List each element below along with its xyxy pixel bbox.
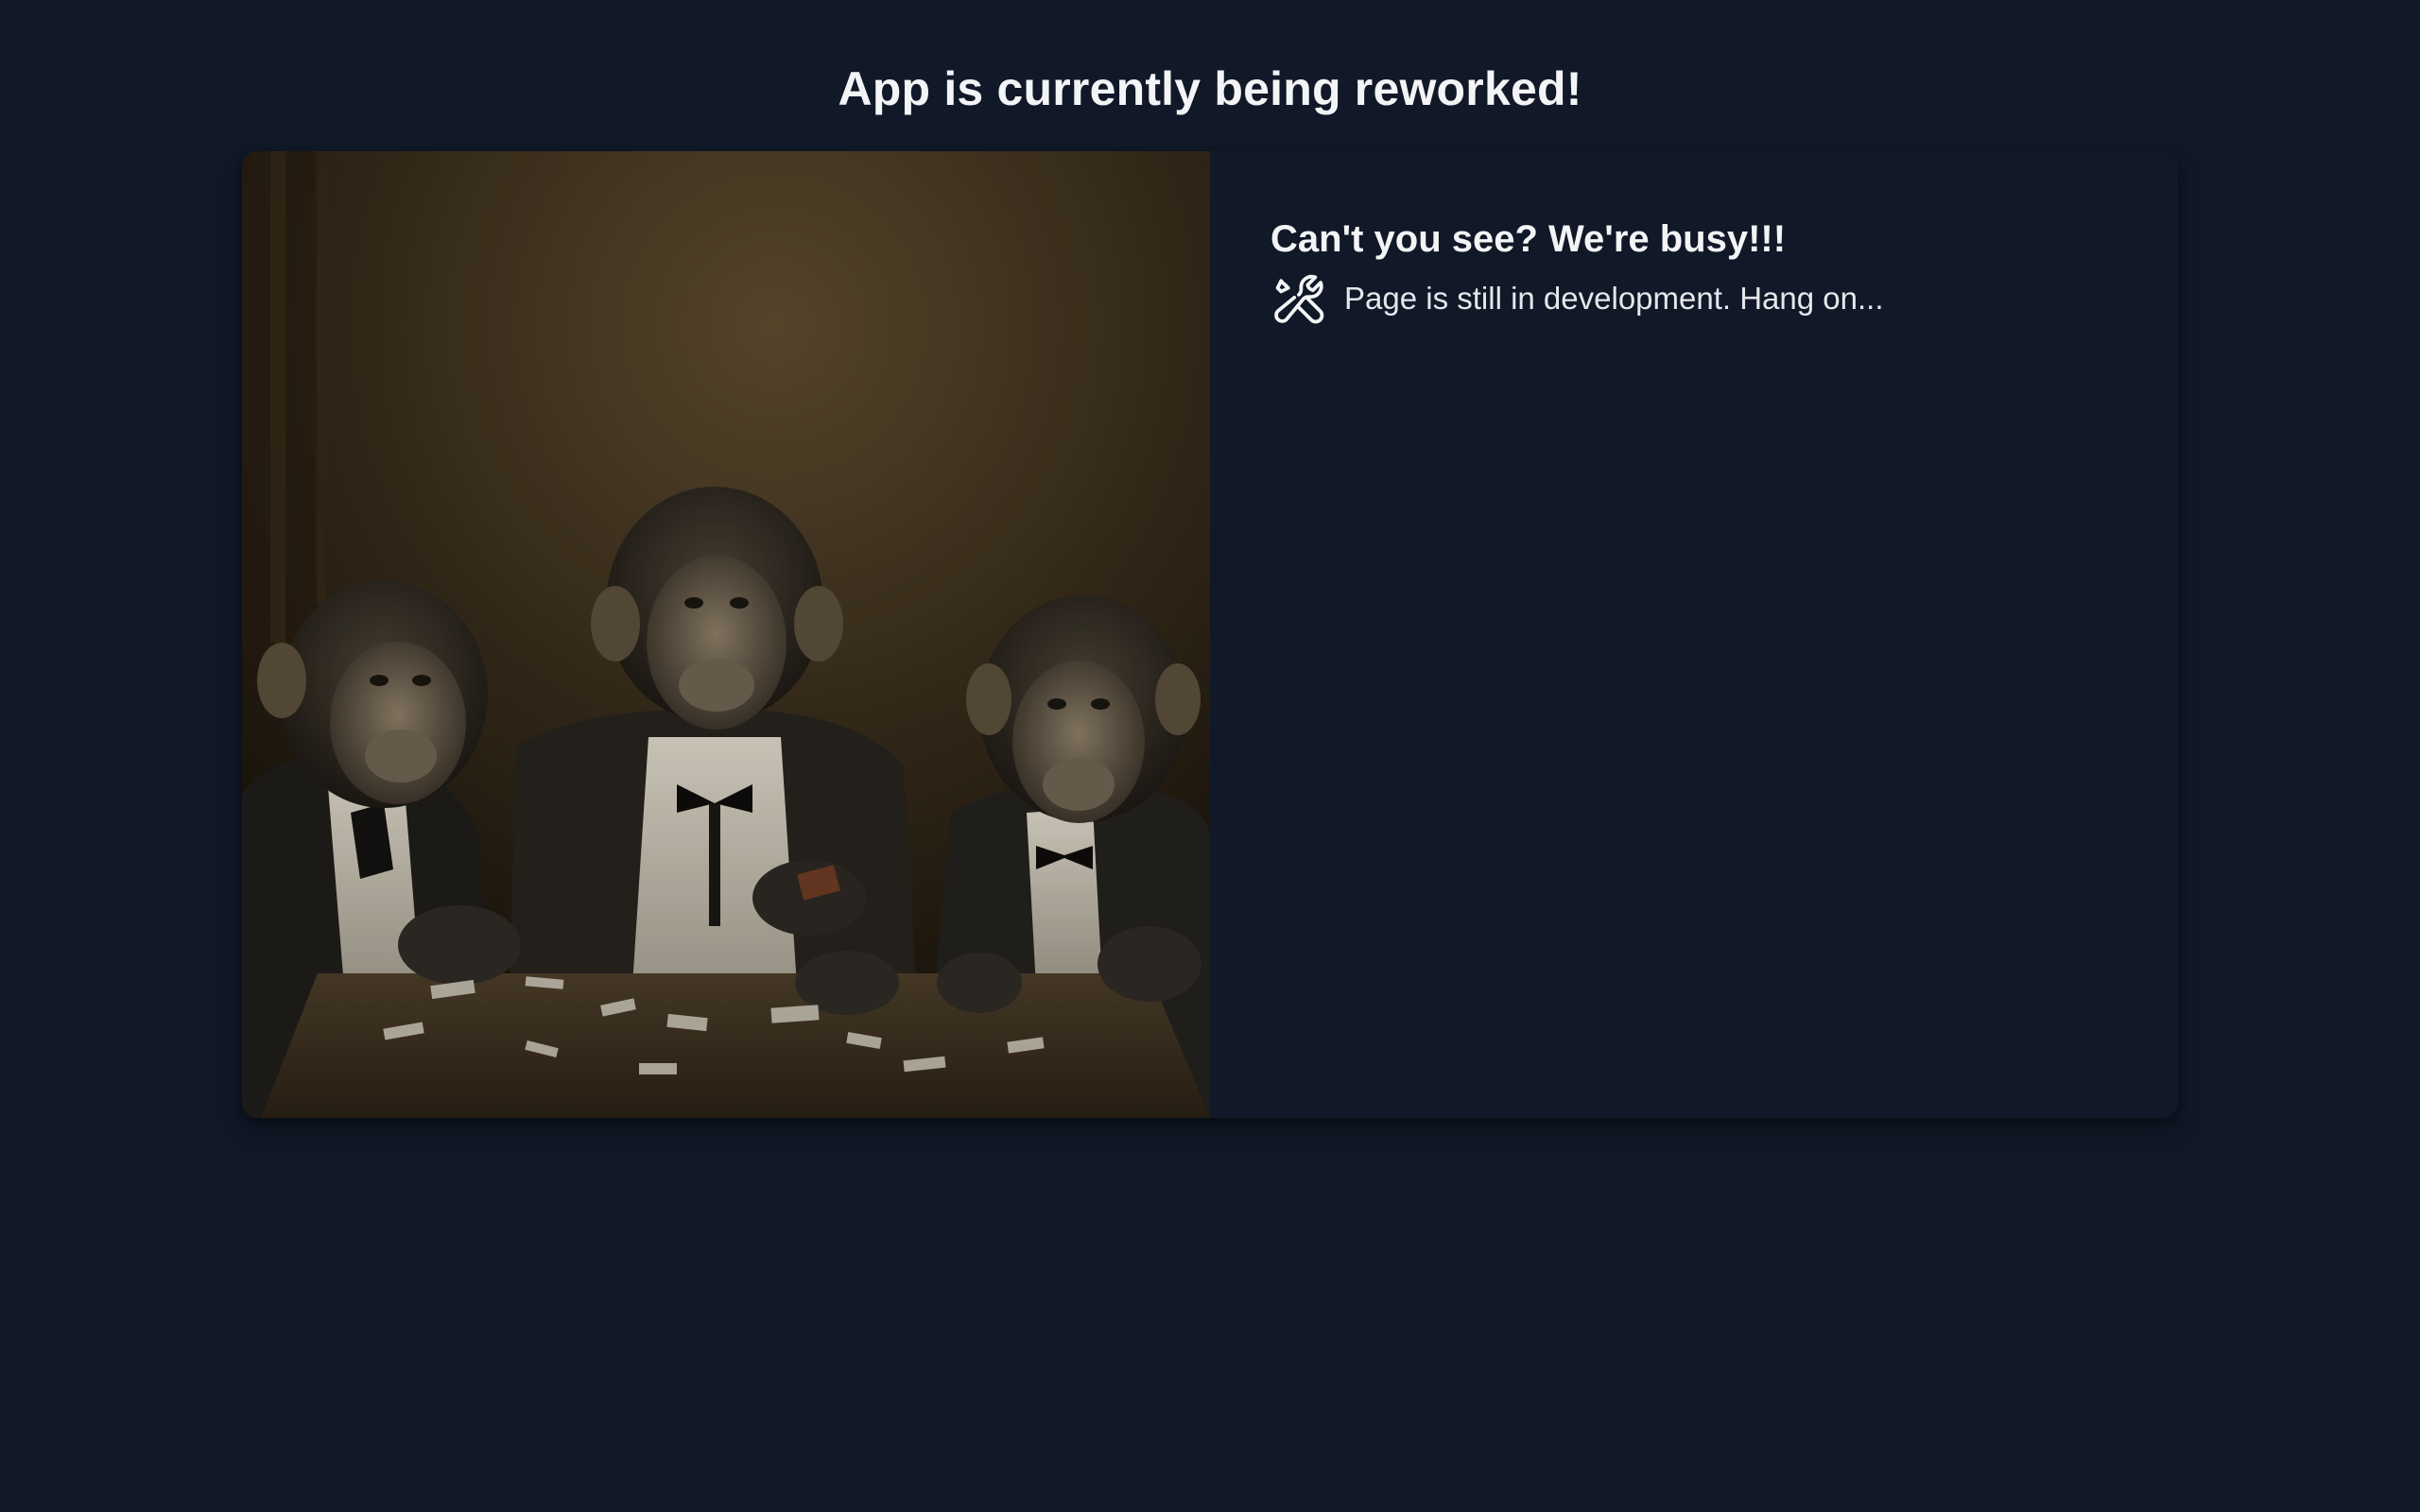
maintenance-card: Can't you see? We're busy!!! Page is sti… xyxy=(242,151,2178,1118)
monkeys-playing-cards-image xyxy=(242,151,1210,1118)
status-message-text: Page is still in development. Hang on... xyxy=(1344,281,1884,316)
page-title: App is currently being reworked! xyxy=(838,62,1582,115)
status-message: Page is still in development. Hang on... xyxy=(1270,270,1884,327)
card-body: Can't you see? We're busy!!! Page is sti… xyxy=(1210,151,1884,1118)
wrench-screwdriver-icon xyxy=(1270,270,1327,327)
card-title: Can't you see? We're busy!!! xyxy=(1270,218,1787,260)
